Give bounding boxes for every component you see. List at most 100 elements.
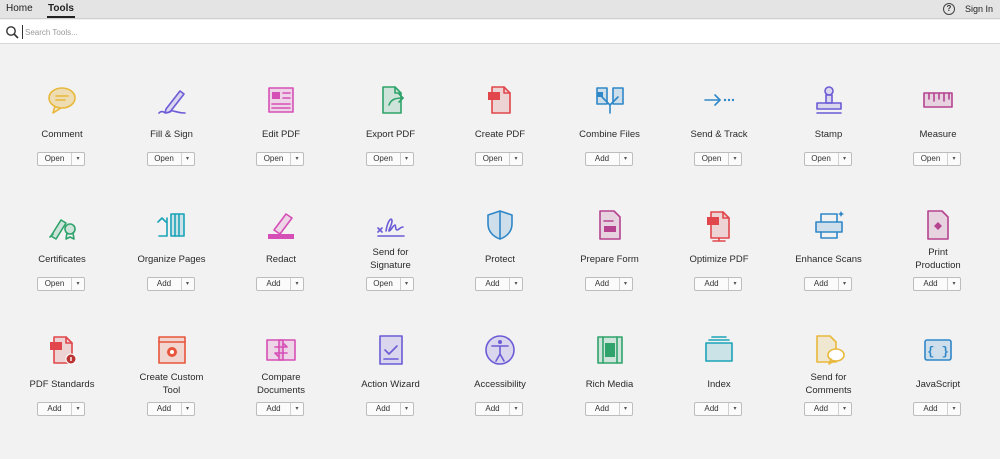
chevron-down-icon[interactable]: ▾ [728,278,741,290]
fill-sign-icon[interactable] [155,83,189,117]
tool-action-button[interactable]: Open ▾ [803,152,852,166]
tool-measure[interactable]: Measure Open ▾ [883,63,993,173]
tool-fill-sign[interactable]: Fill & Sign Open ▾ [117,63,227,173]
tool-action-button[interactable]: Add ▾ [256,277,304,291]
chevron-down-icon[interactable]: ▾ [728,153,741,165]
tool-action-button[interactable]: Add ▾ [37,402,85,416]
chevron-down-icon[interactable]: ▾ [509,403,522,415]
chevron-down-icon[interactable]: ▾ [618,153,632,165]
send-comments-icon[interactable] [812,333,846,367]
chevron-down-icon[interactable]: ▾ [947,278,960,290]
tool-edit-pdf[interactable]: Edit PDF Open ▾ [226,63,336,173]
tool-action-button[interactable]: Add ▾ [475,402,523,416]
tool-stamp[interactable]: Stamp Open ▾ [774,63,884,173]
tool-optimize-pdf[interactable]: Optimize PDF Add ▾ [664,188,774,298]
tab-tools[interactable]: Tools [47,3,75,18]
tool-action-button[interactable]: Open ▾ [37,277,85,291]
chevron-down-icon[interactable]: ▾ [618,278,632,290]
measure-icon[interactable] [921,83,955,117]
chevron-down-icon[interactable]: ▾ [71,153,84,165]
chevron-down-icon[interactable]: ▾ [71,403,84,415]
tool-action-button[interactable]: Open ▾ [146,152,195,166]
search-input[interactable] [22,25,422,39]
tool-action-button[interactable]: Add ▾ [803,402,852,416]
tool-action-button[interactable]: Add ▾ [694,402,742,416]
tool-action-button[interactable]: Open ▾ [365,277,414,291]
tool-comment[interactable]: Comment Open ▾ [7,63,117,173]
chevron-down-icon[interactable]: ▾ [837,278,851,290]
help-icon[interactable]: ? [943,3,955,15]
chevron-down-icon[interactable]: ▾ [399,278,413,290]
optimize-pdf-icon[interactable] [702,208,736,242]
tool-export-pdf[interactable]: Export PDF Open ▾ [336,63,446,173]
tool-action-button[interactable]: Add ▾ [584,277,633,291]
tool-pdf-standards[interactable]: PDF Standards Add ▾ [7,313,117,423]
chevron-down-icon[interactable]: ▾ [180,403,194,415]
tool-action-button[interactable]: Add ▾ [256,402,304,416]
tool-accessibility[interactable]: Accessibility Add ▾ [445,313,555,423]
chevron-down-icon[interactable]: ▾ [947,403,960,415]
index-icon[interactable] [702,333,736,367]
tool-print-production[interactable]: Print Production Add ▾ [883,188,993,298]
chevron-down-icon[interactable]: ▾ [399,403,413,415]
organize-pages-icon[interactable] [155,208,189,242]
chevron-down-icon[interactable]: ▾ [837,403,851,415]
certificates-icon[interactable] [45,208,79,242]
comment-icon[interactable] [45,83,79,117]
tool-certificates[interactable]: Certificates Open ▾ [7,188,117,298]
pdf-standards-icon[interactable] [45,333,79,367]
redact-icon[interactable] [264,208,298,242]
tool-action-button[interactable]: Open ▾ [475,152,523,166]
tool-combine-files[interactable]: Combine Files Add ▾ [555,63,665,173]
tool-action-button[interactable]: Open ▾ [365,152,414,166]
export-pdf-icon[interactable] [374,83,408,117]
javascript-icon[interactable]: { } [921,333,955,367]
enhance-scans-icon[interactable] [812,208,846,242]
tool-action-button[interactable]: Open ▾ [256,152,304,166]
tool-create-custom-tool[interactable]: Create Custom Tool Add ▾ [117,313,227,423]
chevron-down-icon[interactable]: ▾ [399,153,413,165]
tool-organize-pages[interactable]: Organize Pages Add ▾ [117,188,227,298]
tool-action-button[interactable]: Add ▾ [146,277,195,291]
combine-files-icon[interactable] [593,83,627,117]
chevron-down-icon[interactable]: ▾ [509,153,522,165]
chevron-down-icon[interactable]: ▾ [509,278,522,290]
prepare-form-icon[interactable] [593,208,627,242]
tool-action-button[interactable]: Add ▾ [584,402,633,416]
tool-action-button[interactable]: Add ▾ [913,277,961,291]
chevron-down-icon[interactable]: ▾ [947,153,960,165]
tool-enhance-scans[interactable]: Enhance Scans Add ▾ [774,188,884,298]
tool-action-wizard[interactable]: Action Wizard Add ▾ [336,313,446,423]
sign-in-link[interactable]: Sign In [965,4,993,14]
chevron-down-icon[interactable]: ▾ [180,278,194,290]
action-wizard-icon[interactable] [374,333,408,367]
rich-media-icon[interactable] [593,333,627,367]
tool-action-button[interactable]: Add ▾ [475,277,523,291]
chevron-down-icon[interactable]: ▾ [837,153,851,165]
tool-action-button[interactable]: Add ▾ [913,402,961,416]
tool-rich-media[interactable]: Rich Media Add ▾ [555,313,665,423]
tool-action-button[interactable]: Open ▾ [913,152,961,166]
tool-index[interactable]: Index Add ▾ [664,313,774,423]
tool-protect[interactable]: Protect Add ▾ [445,188,555,298]
chevron-down-icon[interactable]: ▾ [290,278,303,290]
tool-send-signature[interactable]: Send for Signature Open ▾ [336,188,446,298]
tool-action-button[interactable]: Add ▾ [365,402,414,416]
tool-action-button[interactable]: Add ▾ [146,402,195,416]
print-production-icon[interactable] [921,208,955,242]
edit-pdf-icon[interactable] [264,83,298,117]
chevron-down-icon[interactable]: ▾ [290,403,303,415]
tool-prepare-form[interactable]: Prepare Form Add ▾ [555,188,665,298]
send-signature-icon[interactable] [374,208,408,242]
tool-javascript[interactable]: { } JavaScript Add ▾ [883,313,993,423]
tool-action-button[interactable]: Add ▾ [584,152,633,166]
create-custom-tool-icon[interactable] [155,333,189,367]
tool-redact[interactable]: Redact Add ▾ [226,188,336,298]
tool-action-button[interactable]: Open ▾ [37,152,85,166]
chevron-down-icon[interactable]: ▾ [618,403,632,415]
tool-action-button[interactable]: Add ▾ [803,277,852,291]
tool-action-button[interactable]: Add ▾ [694,277,742,291]
chevron-down-icon[interactable]: ▾ [728,403,741,415]
tool-compare-documents[interactable]: Compare Documents Add ▾ [226,313,336,423]
chevron-down-icon[interactable]: ▾ [290,153,303,165]
